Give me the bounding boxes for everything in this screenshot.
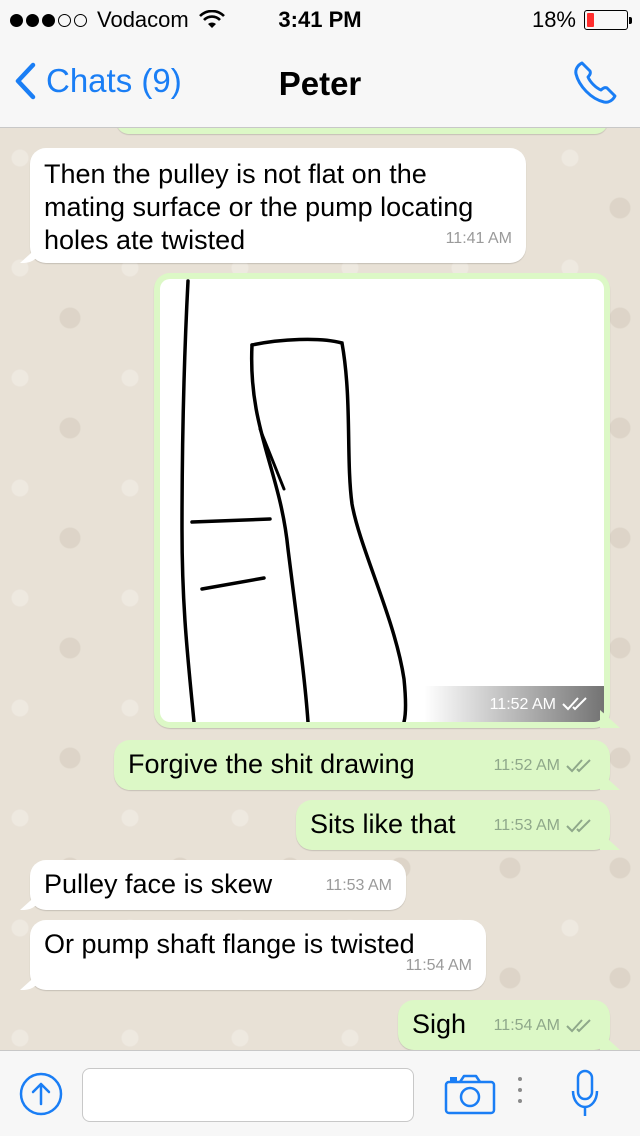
message-time: 11:53 AM (493, 817, 560, 834)
status-right: 18% (531, 7, 632, 33)
message-time: 11:54 AM (405, 957, 472, 974)
message-meta: 11:52 AM (494, 749, 596, 782)
battery-icon (584, 10, 632, 30)
message-incoming[interactable]: Then the pulley is not flat on the matin… (30, 148, 526, 263)
message-input[interactable] (82, 1068, 414, 1122)
drawing-image[interactable]: 11:52 AM (160, 279, 604, 722)
previous-message-remnant (116, 128, 608, 134)
more-dots-icon[interactable] (518, 1077, 522, 1103)
double-check-icon (566, 1018, 591, 1032)
message-time: 11:52 AM (489, 695, 556, 713)
message-meta: 11:53 AM (326, 869, 392, 902)
message-meta: 11:54 AM (406, 949, 472, 982)
message-text: Forgive the shit drawing (128, 749, 415, 779)
double-check-icon (566, 818, 591, 832)
message-incoming[interactable]: Or pump shaft flange is twisted 11:54 AM (30, 920, 486, 990)
status-bar: Vodacom 3:41 PM 18% (0, 0, 640, 40)
attach-button[interactable] (18, 1071, 64, 1122)
message-text: Pulley face is skew (44, 869, 273, 899)
message-text: Or pump shaft flange is twisted (44, 929, 415, 959)
microphone-icon (571, 1069, 599, 1116)
battery-percent: 18% (531, 7, 576, 32)
message-time: 11:54 AM (493, 1017, 560, 1034)
camera-button[interactable] (444, 1073, 496, 1120)
message-meta: 11:41 AM (446, 222, 512, 255)
message-outgoing[interactable]: Sigh 11:54 AM (398, 1000, 610, 1050)
message-text: Then the pulley is not flat on the matin… (44, 159, 474, 255)
message-time: 11:53 AM (325, 877, 392, 894)
microphone-button[interactable] (570, 1069, 600, 1124)
chat-title[interactable]: Peter (0, 65, 640, 103)
message-meta: 11:53 AM (494, 809, 596, 842)
message-meta: 11:54 AM (494, 1009, 596, 1042)
chat-area[interactable]: Then the pulley is not flat on the matin… (0, 128, 640, 1050)
double-check-icon (566, 758, 591, 772)
input-bar (0, 1050, 640, 1136)
sketch-drawing (180, 279, 408, 722)
message-outgoing[interactable]: Sits like that 11:53 AM (296, 800, 610, 850)
message-text: Sits like that (310, 809, 456, 839)
message-outgoing[interactable]: Forgive the shit drawing 11:52 AM (114, 740, 610, 790)
message-text: Sigh (412, 1009, 467, 1039)
message-incoming[interactable]: Pulley face is skew 11:53 AM (30, 860, 406, 910)
camera-icon (444, 1074, 496, 1115)
message-time: 11:52 AM (493, 757, 560, 774)
double-check-icon (562, 697, 587, 711)
upload-arrow-icon (19, 1072, 63, 1116)
nav-bar: Chats (9) Peter (0, 40, 640, 128)
message-image[interactable]: 11:52 AM (154, 273, 610, 728)
image-meta: 11:52 AM (424, 686, 604, 722)
phone-icon[interactable] (570, 58, 620, 113)
message-time: 11:41 AM (445, 230, 512, 247)
